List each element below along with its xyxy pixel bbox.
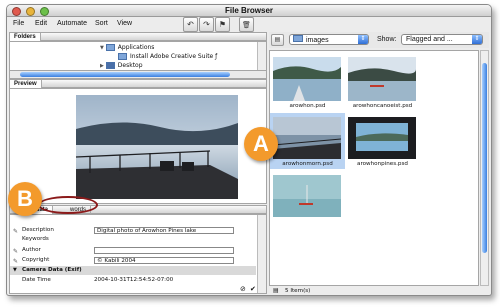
scroll-thumb[interactable]	[482, 63, 487, 253]
menu-bar: File Edit Automate Sort View	[7, 17, 207, 31]
thumbnail-caption: arowhonpines.psd	[357, 161, 408, 167]
panels-icon: ▤	[274, 36, 281, 43]
preview-panel	[9, 88, 267, 204]
menu-edit[interactable]: Edit	[35, 20, 47, 27]
metadata-highlight-ring	[38, 196, 98, 214]
metadata-vertical-scrollbar[interactable]	[257, 215, 266, 293]
edit-pen-icon: ✎	[13, 248, 19, 255]
metadata-row-author: ✎ Author	[10, 246, 256, 255]
toggle-panels-button[interactable]: ▤	[271, 34, 284, 46]
trash-icon: 🗑	[242, 21, 251, 29]
folder-icon	[293, 35, 303, 42]
flag-icon: ⚑	[218, 20, 227, 29]
title-bar: File Browser	[7, 5, 491, 17]
status-bar: ▤ 5 Item(s)	[269, 287, 489, 295]
edit-pen-icon: ✎	[13, 258, 19, 265]
menu-automate[interactable]: Automate	[57, 20, 87, 27]
panels-icon[interactable]: ▤	[273, 287, 279, 294]
thumbnail-image	[348, 57, 416, 101]
tab-folders[interactable]: Folders	[10, 33, 41, 41]
thumbnail-cell[interactable]: arowhon.psd	[270, 55, 345, 111]
folder-icon	[118, 53, 127, 60]
thumbnail-image	[273, 57, 341, 101]
thumbnail-cell[interactable]: arowhoncanoeist.psd	[345, 55, 420, 111]
folders-horizontal-scrollbar[interactable]	[9, 70, 267, 79]
menu-file[interactable]: File	[13, 20, 24, 27]
browser-toolbar: ▤ images ⇕ Show: Flagged and ... ⇕	[269, 32, 489, 48]
flag-button[interactable]: ⚑	[215, 17, 230, 32]
item-count: 5 Item(s)	[285, 288, 311, 294]
desktop-icon	[105, 62, 115, 69]
preview-image	[75, 95, 238, 199]
disclosure-triangle-icon[interactable]: ▶	[100, 63, 104, 69]
thumbnail-image	[348, 117, 416, 159]
folders-panel-header: Folders	[9, 32, 267, 41]
thumbnail-grid: arowhon.psd arowhoncanoeist.psd arowhonm…	[269, 50, 479, 286]
folder-icon	[105, 44, 115, 51]
folder-item[interactable]: ▼ Applications	[100, 44, 154, 51]
metadata-row-description: ✎ Description Digital photo of Arowhon P…	[10, 226, 256, 235]
callout-b: B	[8, 182, 42, 216]
thumbnail-caption: arowhonmorn.psd	[282, 161, 333, 167]
no-icon: ⊘	[240, 285, 246, 293]
metadata-row-keywords: Keywords	[22, 236, 49, 242]
callout-a: A	[244, 127, 278, 161]
metadata-row-copyright: ✎ Copyright © Kabili 2004	[10, 256, 256, 265]
right-pane: ▤ images ⇕ Show: Flagged and ... ⇕ arowh…	[269, 32, 489, 294]
popup-arrows-icon: ⇕	[472, 35, 482, 44]
window-title: File Browser	[224, 6, 273, 15]
metadata-panel: ✎ Description Digital photo of Arowhon P…	[9, 214, 267, 294]
description-field[interactable]: Digital photo of Arowhon Pines lake	[94, 227, 234, 234]
popup-arrows-icon: ⇕	[358, 35, 368, 44]
rotate-counterclockwise-icon: ↶	[187, 20, 194, 29]
thumbnail-caption: arowhon.psd	[289, 103, 326, 109]
copyright-field[interactable]: © Kabili 2004	[94, 257, 234, 264]
preview-panel-header: Preview	[9, 79, 267, 88]
left-pane: Folders ▼ Applications Install Adobe Cre…	[9, 32, 267, 294]
thumbnail-cell[interactable]	[270, 171, 345, 227]
checkmark-icon: ✔	[250, 285, 256, 293]
scroll-thumb[interactable]	[20, 72, 230, 77]
disclosure-triangle-icon[interactable]: ▼	[100, 45, 104, 51]
thumbnail-cell-selected[interactable]: arowhonmorn.psd	[270, 113, 345, 169]
rotate-counterclockwise-button[interactable]: ↶	[183, 17, 198, 32]
thumbnail-caption: arowhoncanoeist.psd	[352, 103, 413, 109]
menu-sort[interactable]: Sort	[95, 20, 108, 27]
show-filter-popup[interactable]: Flagged and ... ⇕	[401, 34, 483, 45]
tab-preview[interactable]: Preview	[10, 80, 42, 88]
delete-button[interactable]: 🗑	[239, 17, 254, 32]
folder-popup[interactable]: images ⇕	[289, 34, 369, 45]
thumbnails-vertical-scrollbar[interactable]	[480, 50, 489, 286]
rotate-clockwise-button[interactable]: ↷	[199, 17, 214, 32]
rotate-clockwise-icon: ↷	[203, 20, 210, 29]
thumbnail-image	[273, 175, 341, 217]
disclosure-triangle-icon: ▼	[13, 267, 17, 273]
thumbnail-image	[273, 117, 341, 159]
thumbnail-cell[interactable]: arowhonpines.psd	[345, 113, 420, 169]
metadata-row-datetime: Date Time 2004-10-31T12:54:52-07:00	[22, 277, 174, 283]
menu-view[interactable]: View	[117, 20, 132, 27]
folder-item[interactable]: ▶ Desktop	[100, 62, 143, 69]
folder-item[interactable]: Install Adobe Creative Suite ƒ	[118, 53, 217, 60]
metadata-section-camera-data[interactable]: ▼ Camera Data (Exif)	[10, 266, 256, 275]
author-field[interactable]	[94, 247, 234, 254]
show-label: Show:	[377, 36, 397, 43]
